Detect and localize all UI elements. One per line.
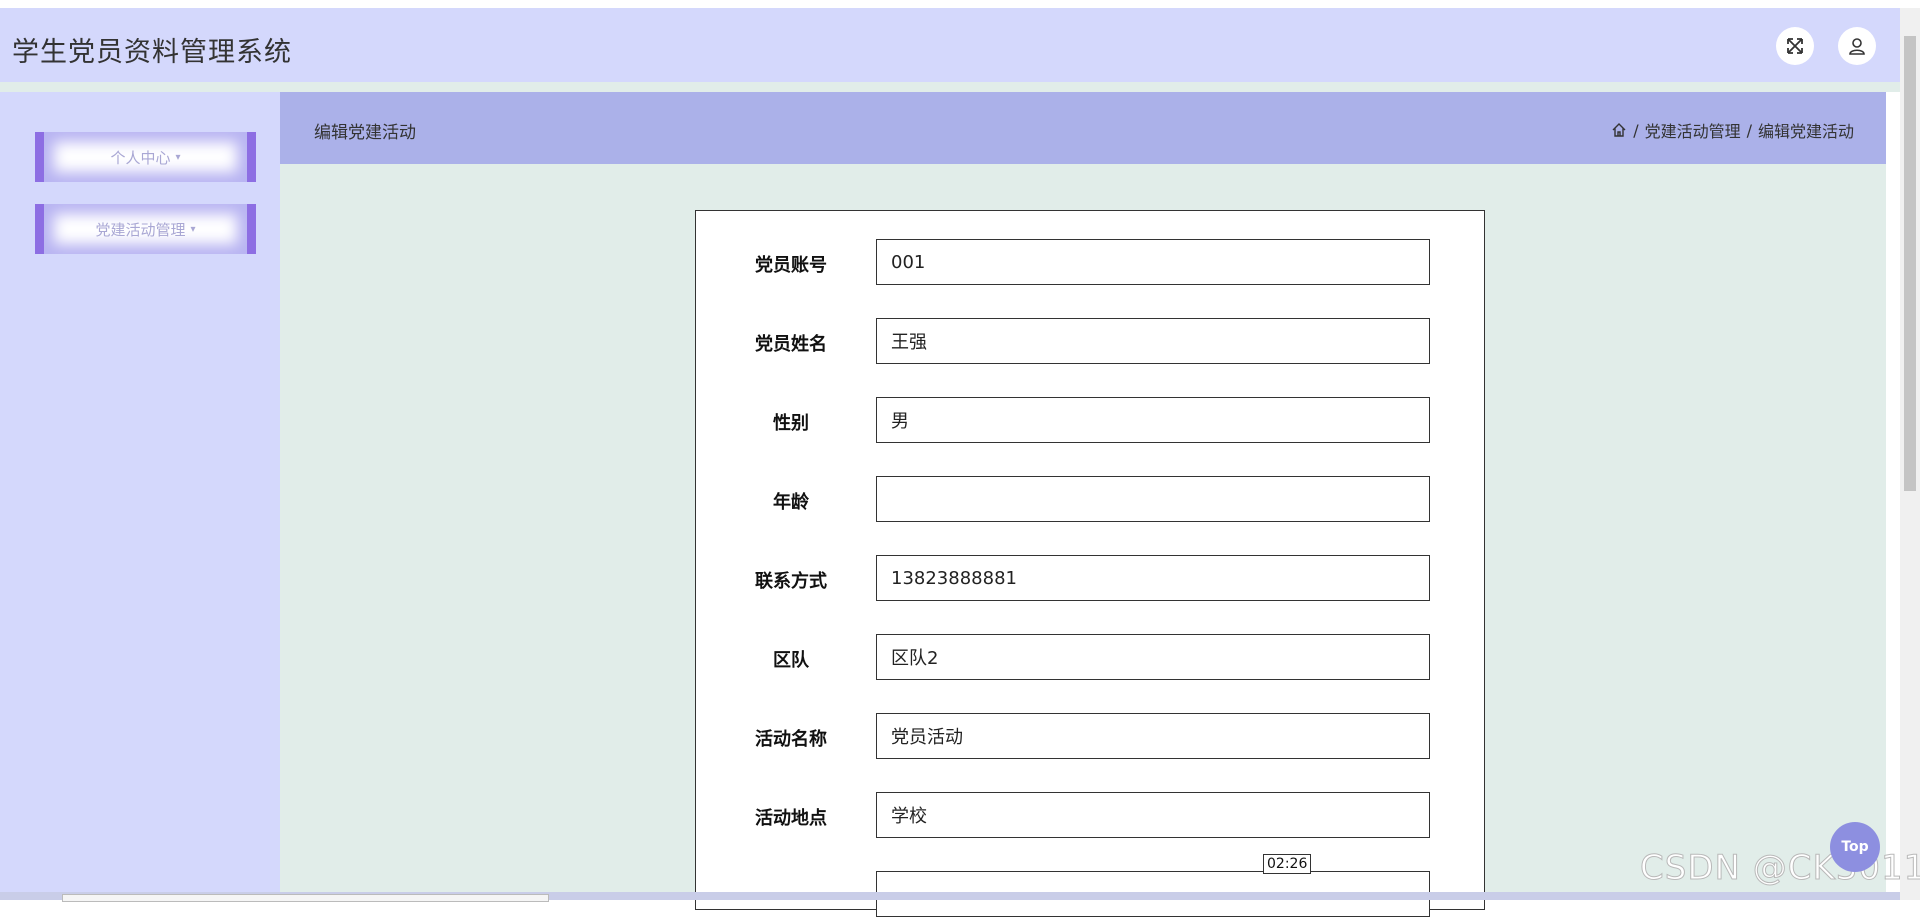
header-divider — [0, 82, 1900, 92]
scrollbar-thumb[interactable] — [1904, 36, 1916, 491]
activity-name-label: 活动名称 — [755, 729, 827, 750]
sidebar-item-personal-center[interactable]: 个人中心 ▾ — [35, 132, 256, 182]
breadcrumb-bar: 编辑党建活动 / 党建活动管理 / 编辑党建活动 — [280, 92, 1886, 164]
chevron-down-icon: ▾ — [190, 223, 196, 235]
fullscreen-button[interactable] — [1776, 27, 1814, 65]
form-row-member-account: 党员账号 — [696, 239, 1486, 285]
video-time-tooltip: 02:26 — [1263, 854, 1312, 874]
squad-field[interactable] — [876, 634, 1430, 680]
edit-form: 党员账号 党员姓名 性别 年龄 联系方式 区队 活动名称 活动地点 — [695, 210, 1486, 917]
sidebar-item-label: 个人中心 — [110, 148, 171, 167]
age-field[interactable] — [876, 476, 1430, 522]
app-header: 学生党员资料管理系统 — [0, 8, 1900, 82]
gender-field[interactable] — [876, 397, 1430, 443]
breadcrumb-separator: / — [1746, 120, 1752, 140]
breadcrumb: / 党建活动管理 / 编辑党建活动 — [1611, 118, 1854, 142]
sidebar-item-party-activity[interactable]: 党建活动管理 ▾ — [35, 204, 256, 254]
form-row-gender: 性别 — [696, 397, 1486, 443]
member-name-label: 党员姓名 — [755, 334, 827, 355]
form-row-activity-location: 活动地点 — [696, 792, 1486, 838]
contact-field[interactable] — [876, 555, 1430, 601]
breadcrumb-item[interactable]: 党建活动管理 — [1645, 118, 1741, 142]
member-account-field[interactable] — [876, 239, 1430, 285]
sidebar-item-label: 党建活动管理 — [95, 220, 186, 239]
form-row-activity-name: 活动名称 — [696, 713, 1486, 759]
form-row-contact: 联系方式 — [696, 555, 1486, 601]
chevron-down-icon: ▾ — [175, 151, 181, 163]
page-scrollbar[interactable] — [1900, 8, 1920, 900]
activity-location-field[interactable] — [876, 792, 1430, 838]
user-button[interactable] — [1838, 27, 1876, 65]
breadcrumb-item: 编辑党建活动 — [1757, 122, 1854, 141]
member-name-field[interactable] — [876, 318, 1430, 364]
form-row-age: 年龄 — [696, 476, 1486, 522]
activity-name-field[interactable] — [876, 713, 1430, 759]
back-to-top-button[interactable]: Top — [1830, 822, 1880, 872]
gender-label: 性别 — [773, 413, 809, 434]
user-icon — [1849, 38, 1865, 55]
app-title: 学生党员资料管理系统 — [12, 37, 292, 68]
age-label: 年龄 — [773, 492, 809, 513]
window-top-edge — [0, 0, 1920, 8]
home-icon[interactable] — [1611, 122, 1627, 138]
breadcrumb-separator: / — [1633, 120, 1639, 140]
progress-track[interactable] — [62, 894, 549, 902]
squad-label: 区队 — [773, 650, 809, 671]
fullscreen-toggle-icon — [1787, 38, 1803, 54]
contact-label: 联系方式 — [755, 571, 827, 592]
page-title: 编辑党建活动 — [314, 123, 416, 143]
sidebar: 个人中心 ▾ 党建活动管理 ▾ — [0, 92, 280, 900]
activity-location-label: 活动地点 — [755, 808, 827, 829]
form-row-squad: 区队 — [696, 634, 1486, 680]
main-content: 编辑党建活动 / 党建活动管理 / 编辑党建活动 党员账号 党员姓名 性别 — [280, 92, 1886, 917]
member-account-label: 党员账号 — [755, 255, 827, 276]
form-row-member-name: 党员姓名 — [696, 318, 1486, 364]
